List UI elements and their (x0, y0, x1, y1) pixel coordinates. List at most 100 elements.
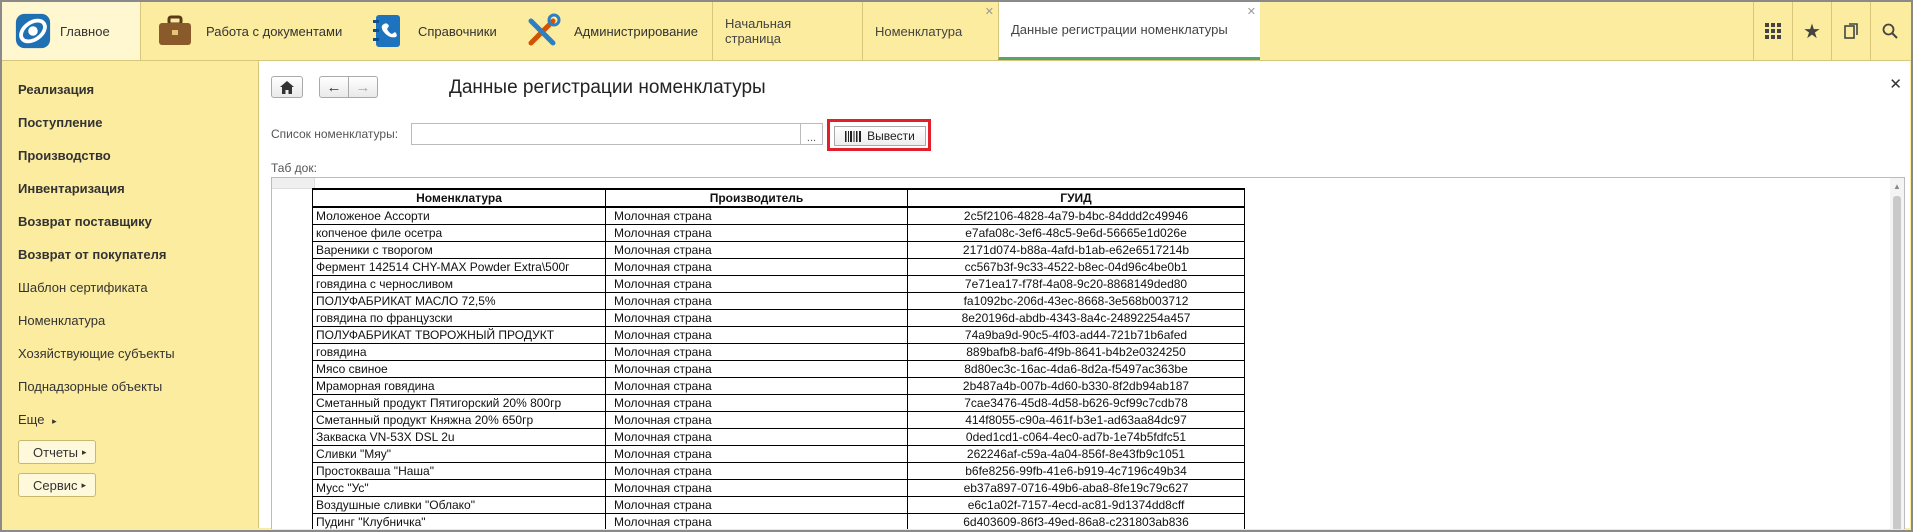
tab-registration-data[interactable]: Данные регистрации номенклатуры ✕ (998, 2, 1260, 60)
cell-nomenclature: Пудинг "Клубничка" (312, 513, 606, 529)
section-documents[interactable]: Работа с документами (156, 2, 342, 60)
barcode-icon (845, 130, 862, 142)
top-section-bar: Главное Работа с документами Справочники (2, 2, 1911, 61)
section-references[interactable]: Справочники (368, 2, 497, 60)
cell-manufacturer: Молочная страна (605, 343, 908, 361)
cell-nomenclature: Вареники с творогом (312, 241, 606, 259)
cell-manufacturer: Молочная страна (605, 360, 908, 378)
cell-manufacturer: Молочная страна (605, 292, 908, 310)
nomenclature-table: Номенклатура Производитель ГУИД Моложено… (312, 188, 1245, 529)
section-administration[interactable]: Администрирование (524, 2, 698, 60)
tab-nomenclature[interactable]: Номенклатура ✕ (862, 2, 998, 60)
cell-manufacturer: Молочная страна (605, 241, 908, 259)
cell-guid: 414f8055-c90a-461f-b3e1-ad63aa84dc97 (907, 411, 1245, 429)
sidebar-item-return-from-customer[interactable]: Возврат от покупателя (18, 247, 166, 262)
briefcase-icon (156, 12, 194, 50)
spreadsheet-document[interactable]: Номенклатура Производитель ГУИД Моложено… (271, 177, 1905, 529)
table-header-row: Номенклатура Производитель ГУИД (312, 188, 1245, 208)
cell-guid: 6d403609-86f3-49ed-86a8-c231803ab836 (907, 513, 1245, 529)
cell-manufacturer: Молочная страна (605, 224, 908, 242)
grid-menu-icon[interactable] (1753, 2, 1792, 60)
sidebar-item-business-entities[interactable]: Хозяйствующие субъекты (18, 346, 175, 361)
close-icon[interactable]: ✕ (1889, 75, 1902, 93)
cell-guid: 2c5f2106-4828-4a79-b4bc-84ddd2c49946 (907, 206, 1245, 225)
cell-manufacturer: Молочная страна (605, 428, 908, 446)
section-main[interactable]: Главное (2, 2, 141, 60)
cell-nomenclature: говядина (312, 343, 606, 361)
close-tab-icon[interactable]: ✕ (1247, 5, 1256, 18)
section-label: Администрирование (574, 23, 698, 39)
cell-guid: 7e71ea17-f78f-4a08-9c20-8868149ded80 (907, 275, 1245, 293)
cell-manufacturer: Молочная страна (605, 309, 908, 327)
address-book-icon (368, 12, 406, 50)
page-title: Данные регистрации номенклатуры (449, 77, 766, 98)
sheet-corner (272, 178, 315, 189)
sidebar-item-receipts[interactable]: Поступление (18, 115, 103, 130)
scroll-up-icon[interactable]: ▲ (1893, 182, 1901, 191)
sidebar-item-return-to-supplier[interactable]: Возврат поставщику (18, 214, 152, 229)
section-label: Главное (60, 23, 110, 39)
select-button[interactable]: ... (801, 123, 823, 145)
home-button[interactable] (271, 76, 303, 98)
tabdoc-label: Таб док: (271, 161, 317, 175)
section-label: Справочники (418, 23, 497, 39)
table-row: говядина Молочная страна 889bafb8-baf6-4f9… (312, 343, 1245, 361)
close-tab-icon[interactable]: ✕ (985, 5, 994, 18)
cell-nomenclature: Сметанный продукт Княжна 20% 650гр (312, 411, 606, 429)
more-label: Еще (18, 412, 45, 427)
history-icon[interactable] (1831, 2, 1870, 60)
scrollbar-thumb[interactable] (1893, 196, 1901, 529)
cell-guid: eb37a897-0716-49b6-aba8-8fe19c79c627 (907, 479, 1245, 497)
sidebar-item-production[interactable]: Производство (18, 148, 111, 163)
form-area: ← → Данные регистрации номенклатуры ✕ Сп… (258, 61, 1910, 529)
table-row: Мясо свиное Молочная страна 8d80ec3c-16ac-… (312, 360, 1245, 378)
home-icon (280, 80, 294, 94)
table-row: Сметанный продукт Пятигорский 20% 800гр М… (312, 394, 1245, 412)
cell-nomenclature: Воздушные сливки "Облако" (312, 496, 606, 514)
table-row: говядина с черносливом Молочная страна 7e7… (312, 275, 1245, 293)
reports-button[interactable]: Отчеты ▸ (18, 440, 96, 464)
cell-manufacturer: Молочная страна (605, 496, 908, 514)
table-row: Сливки "Мяу" Молочная страна 262246af-c59a… (312, 445, 1245, 463)
table-row: Мусс "Ус" Молочная страна eb37a897-0716-49… (312, 479, 1245, 497)
sidebar-item-supervised-objects[interactable]: Поднадзорные объекты (18, 379, 162, 394)
nomenclature-list-input[interactable] (411, 123, 801, 145)
cell-guid: 889bafb8-baf6-4f9b-8641-b4b2e0324250 (907, 343, 1245, 361)
cell-nomenclature: копченое филе осетра (312, 224, 606, 242)
sidebar-item-sales[interactable]: Реализация (18, 82, 94, 97)
table-row: ПОЛУФАБРИКАТ МАСЛО 72,5% Молочная страна f… (312, 292, 1245, 310)
sidebar-item-certificate-template[interactable]: Шаблон сертификата (18, 280, 148, 295)
cell-manufacturer: Молочная страна (605, 377, 908, 395)
table-row: Моложеное Ассорти Молочная страна 2c5f2106… (312, 206, 1245, 225)
search-icon[interactable] (1870, 2, 1909, 60)
arrow-right-icon: → (355, 78, 371, 96)
output-button[interactable]: Вывести (834, 126, 926, 146)
cell-nomenclature: говядина с черносливом (312, 275, 606, 293)
cell-manufacturer: Молочная страна (605, 258, 908, 276)
chevron-right-icon: ▸ (81, 479, 87, 490)
ellipsis-label: ... (806, 132, 817, 144)
cell-manufacturer: Молочная страна (605, 394, 908, 412)
sidebar-item-inventory[interactable]: Инвентаризация (18, 181, 125, 196)
cell-guid: 8e20196d-abdb-4343-8a4c-24892254a457 (907, 309, 1245, 327)
chevron-right-icon: ▸ (81, 446, 87, 457)
cell-nomenclature: Сметанный продукт Пятигорский 20% 800гр (312, 394, 606, 412)
forward-button[interactable]: → (348, 76, 378, 98)
table-row: ПОЛУФАБРИКАТ ТВОРОЖНЫЙ ПРОДУКТ Молочная с… (312, 326, 1245, 344)
service-button[interactable]: Сервис ▸ (18, 473, 96, 497)
table-row: Закваска VN-53X DSL 2u Молочная страна 0de… (312, 428, 1245, 446)
arrow-left-icon: ← (326, 78, 342, 96)
table-row: Сметанный продукт Княжна 20% 650гр Молочн… (312, 411, 1245, 429)
sidebar-item-more[interactable]: Еще ▸ (18, 412, 57, 427)
cell-nomenclature: Мусс "Ус" (312, 479, 606, 497)
vertical-scrollbar[interactable]: ▲ (1890, 178, 1904, 529)
tab-label: Данные регистрации номенклатуры (1011, 22, 1228, 37)
list-label: Список номенклатуры: (271, 127, 399, 141)
table-row: Мраморная говядина Молочная страна 2b487a4… (312, 377, 1245, 395)
star-icon[interactable]: ★ (1792, 2, 1831, 60)
toolbar-right: ★ (1753, 2, 1909, 60)
back-button[interactable]: ← (319, 76, 349, 98)
tab-start-page[interactable]: Начальная страница (712, 2, 862, 60)
cell-guid: 8d80ec3c-16ac-4da6-8d2a-f5497ac363be (907, 360, 1245, 378)
sidebar-item-nomenclature[interactable]: Номенклатура (18, 313, 105, 328)
